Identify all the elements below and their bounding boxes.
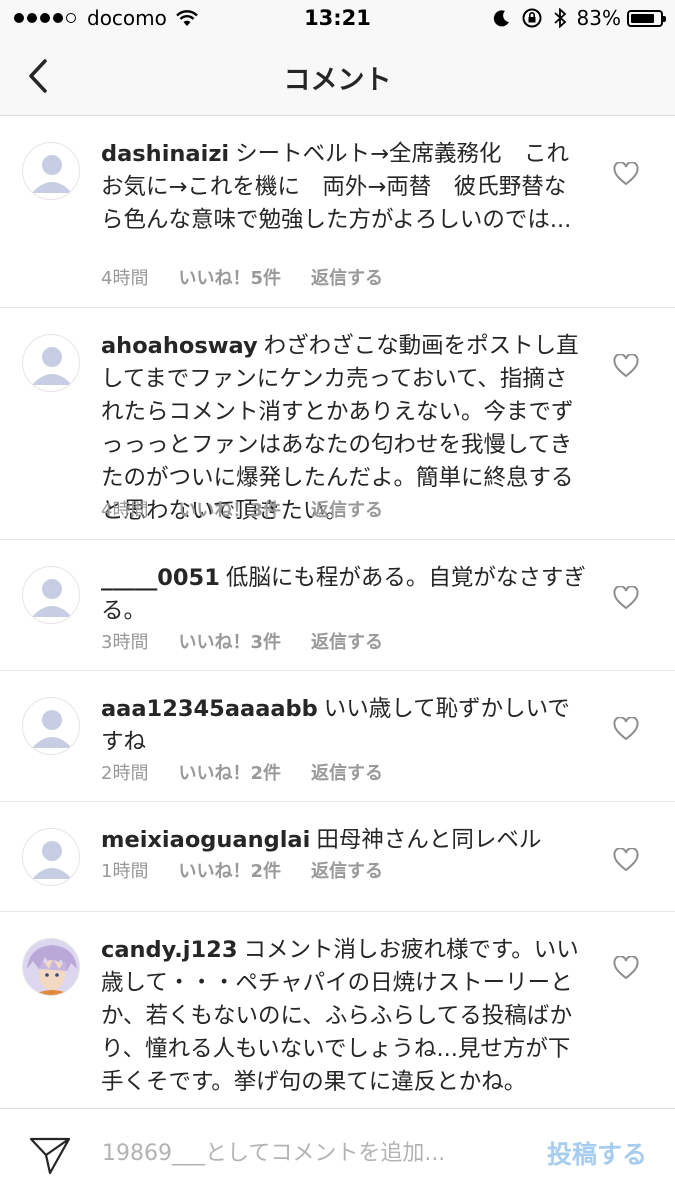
reply-link[interactable]: 返信する <box>311 857 383 883</box>
comment-likes-link[interactable]: いいね！3件 <box>178 628 281 654</box>
comment-username[interactable]: _____0051 <box>101 565 220 591</box>
anime-avatar-icon <box>23 939 79 995</box>
default-avatar-icon <box>32 155 72 193</box>
comment-likes-link[interactable]: いいね！2件 <box>178 759 281 785</box>
comment-text: meixiaoguanglai 田母神さんと同レベル <box>101 824 587 857</box>
moon-icon <box>493 9 511 27</box>
comment-body: candy.j123 コメント消しお疲れ様です。いい歳して・・・ペチャパイの日焼け… <box>101 934 587 1099</box>
like-button[interactable] <box>613 847 639 872</box>
comment-body: meixiaoguanglai 田母神さんと同レベル <box>101 824 587 857</box>
avatar[interactable] <box>22 142 80 200</box>
bluetooth-icon <box>553 8 567 28</box>
default-avatar-icon <box>32 347 72 385</box>
comment-body: _____0051 低脳にも程がある。自覚がなさすぎる。 <box>101 562 587 628</box>
comment-item: aaa12345aaaabb いい歳して恥ずかしいですね 2時間 いいね！2件 返… <box>0 671 675 802</box>
like-button[interactable] <box>613 353 639 378</box>
comment-item: ahoahosway わざわざこな動画をポストし直してまでファンにケンカ売っておい… <box>0 308 675 540</box>
like-button[interactable] <box>613 716 639 741</box>
heart-icon <box>613 161 639 186</box>
comment-text: _____0051 低脳にも程がある。自覚がなさすぎる。 <box>101 562 587 628</box>
paper-plane-icon <box>29 1137 71 1175</box>
status-bar: docomo 13:21 83% <box>0 0 675 40</box>
comment-text: aaa12345aaaabb いい歳して恥ずかしいですね <box>101 693 587 759</box>
reply-link[interactable]: 返信する <box>311 264 383 290</box>
heart-icon <box>613 353 639 378</box>
comment-likes-link[interactable]: いいね！5件 <box>178 264 281 290</box>
comment-text: candy.j123 コメント消しお疲れ様です。いい歳して・・・ペチャパイの日焼け… <box>101 934 587 1099</box>
comment-input[interactable] <box>102 1133 502 1173</box>
battery-percent: 83% <box>576 6 621 30</box>
comment-meta: 4時間 いいね！5件 返信する <box>101 264 383 290</box>
default-avatar-icon <box>32 579 72 617</box>
status-right: 83% <box>483 6 666 30</box>
reply-link[interactable]: 返信する <box>311 496 383 522</box>
comment-meta: 2時間 いいね！2件 返信する <box>101 759 383 785</box>
heart-icon <box>613 955 639 980</box>
comment-item: meixiaoguanglai 田母神さんと同レベル 1時間 いいね！2件 返信す… <box>0 802 675 912</box>
heart-icon <box>613 716 639 741</box>
comment-username[interactable]: aaa12345aaaabb <box>101 696 318 722</box>
comment-message: 田母神さんと同レベル <box>316 827 542 853</box>
like-button[interactable] <box>613 585 639 610</box>
post-button[interactable]: 投稿する <box>547 1135 647 1171</box>
avatar[interactable] <box>22 334 80 392</box>
comment-text: dashinaizi シートベルト→全席義務化 これお気に→これを機に 両外→両替… <box>101 138 587 237</box>
default-avatar-icon <box>32 710 72 748</box>
comment-meta: 4時間 いいね！3件 返信する <box>101 496 383 522</box>
send-direct-button[interactable] <box>28 1135 72 1175</box>
comment-item: dashinaizi シートベルト→全席義務化 これお気に→これを機に 両外→両替… <box>0 116 675 308</box>
comment-meta: 3時間 いいね！3件 返信する <box>101 628 383 654</box>
comment-time: 2時間 <box>101 763 149 784</box>
avatar[interactable] <box>22 566 80 624</box>
comment-list: dashinaizi シートベルト→全席義務化 これお気に→これを機に 両外→両替… <box>0 116 675 1108</box>
like-button[interactable] <box>613 161 639 186</box>
avatar[interactable] <box>22 828 80 886</box>
comment-likes-link[interactable]: いいね！2件 <box>178 857 281 883</box>
comment-time: 3時間 <box>101 632 149 653</box>
comment-username[interactable]: ahoahosway <box>101 333 258 359</box>
default-avatar-icon <box>32 841 72 879</box>
battery-icon <box>627 9 666 27</box>
comment-username[interactable]: dashinaizi <box>101 141 229 167</box>
comment-item: candy.j123 コメント消しお疲れ様です。いい歳して・・・ペチャパイの日焼け… <box>0 912 675 1108</box>
reply-link[interactable]: 返信する <box>311 628 383 654</box>
heart-icon <box>613 847 639 872</box>
reply-link[interactable]: 返信する <box>311 759 383 785</box>
comment-username[interactable]: meixiaoguanglai <box>101 827 310 853</box>
page-title: コメント <box>283 65 392 96</box>
comment-username[interactable]: candy.j123 <box>101 937 237 963</box>
avatar[interactable] <box>22 697 80 755</box>
like-button[interactable] <box>613 955 639 980</box>
comment-likes-link[interactable]: いいね！3件 <box>178 496 281 522</box>
comment-input-bar: 投稿する <box>0 1108 675 1200</box>
avatar[interactable] <box>22 938 80 996</box>
comment-body: dashinaizi シートベルト→全席義務化 これお気に→これを機に 両外→両替… <box>101 138 587 237</box>
comment-item: _____0051 低脳にも程がある。自覚がなさすぎる。 3時間 いいね！3件 返… <box>0 540 675 671</box>
comment-time: 4時間 <box>101 268 149 289</box>
comment-time: 4時間 <box>101 500 149 521</box>
rotation-lock-icon <box>521 7 543 29</box>
comment-body: aaa12345aaaabb いい歳して恥ずかしいですね <box>101 693 587 759</box>
comment-time: 1時間 <box>101 861 149 882</box>
comment-meta: 1時間 いいね！2件 返信する <box>101 857 383 883</box>
nav-bar: コメント <box>0 40 675 116</box>
heart-icon <box>613 585 639 610</box>
